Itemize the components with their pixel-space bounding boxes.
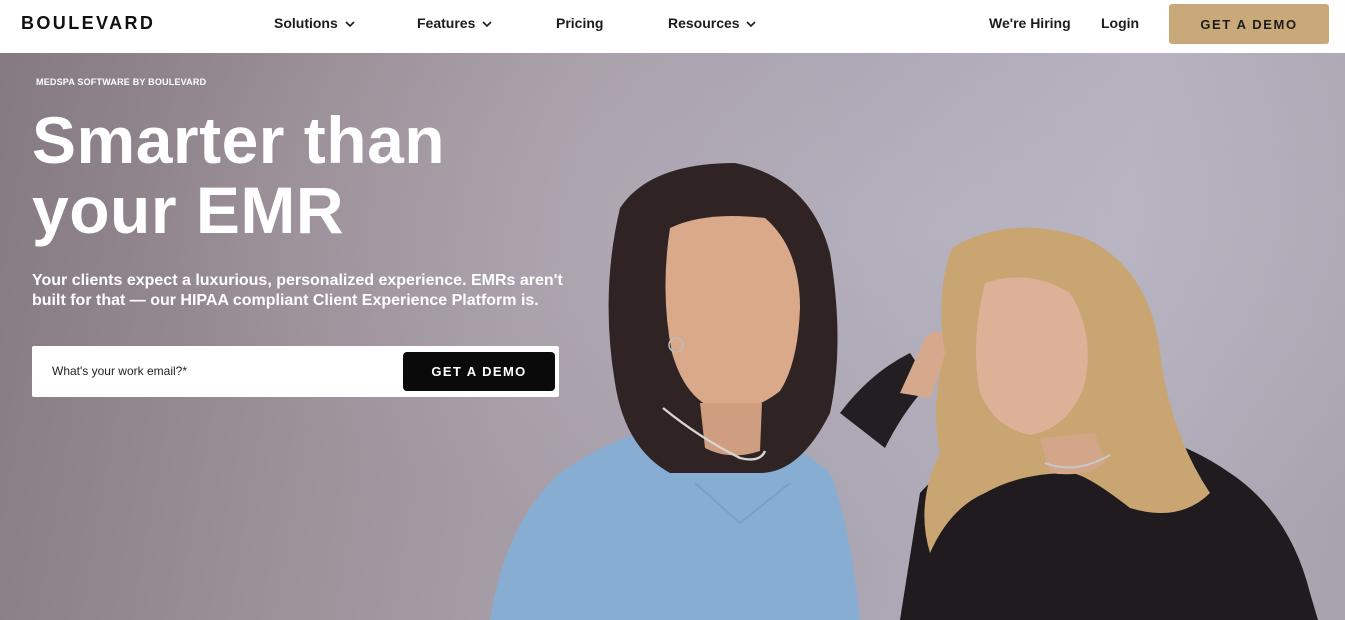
nav-resources[interactable]: Resources — [668, 15, 757, 31]
top-navbar: BOULEVARD Solutions Features Pricing Res… — [0, 0, 1345, 53]
nav-features[interactable]: Features — [417, 15, 492, 31]
subcopy-line-2: built for that — our HIPAA compliant Cli… — [32, 292, 539, 309]
chevron-down-icon — [482, 21, 492, 27]
nav-solutions-label: Solutions — [274, 15, 338, 31]
nav-features-label: Features — [417, 15, 476, 31]
chevron-down-icon — [746, 21, 757, 27]
nav-solutions[interactable]: Solutions — [274, 15, 355, 31]
nav-login-link[interactable]: Login — [1101, 15, 1139, 31]
nav-resources-label: Resources — [668, 15, 740, 31]
headline-line-2: your EMR — [32, 173, 345, 247]
nav-pricing[interactable]: Pricing — [556, 15, 603, 31]
work-email-input[interactable] — [44, 354, 394, 388]
hero-headline: Smarter than your EMR — [32, 105, 652, 245]
hero-subcopy: Your clients expect a luxurious, persona… — [32, 271, 572, 311]
headline-line-1: Smarter than — [32, 103, 446, 177]
demo-signup-form: GET A DEMO — [32, 346, 559, 397]
nav-hiring-link[interactable]: We're Hiring — [989, 15, 1071, 31]
hero-eyebrow: MEDSPA SOFTWARE BY BOULEVARD — [36, 77, 207, 87]
form-get-demo-button[interactable]: GET A DEMO — [403, 352, 555, 391]
subcopy-line-1: Your clients expect a luxurious, persona… — [32, 272, 563, 289]
hero-section: MEDSPA SOFTWARE BY BOULEVARD Smarter tha… — [0, 53, 1345, 620]
boulevard-logo[interactable]: BOULEVARD — [21, 13, 155, 34]
chevron-down-icon — [345, 21, 355, 27]
header-get-demo-button[interactable]: GET A DEMO — [1169, 4, 1329, 44]
nav-pricing-label: Pricing — [556, 15, 604, 31]
